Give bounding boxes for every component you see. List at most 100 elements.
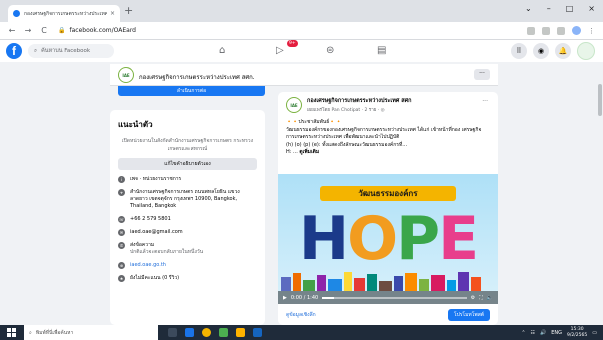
browser-toolbar-right: ⋮ xyxy=(527,26,595,35)
reload-button[interactable]: C xyxy=(40,26,48,35)
insights-link[interactable]: ดูข้อมูลเชิงลึก xyxy=(286,311,316,319)
intro-card: แนะนำตัว เปิดหน่วยงานในสังกัดสำนักงานเศร… xyxy=(110,110,265,325)
page-scrollbar[interactable] xyxy=(597,62,603,325)
video-controls: ▶ 0:00 / 1:40 ⚙ ⛶ 🔈 xyxy=(278,291,498,304)
post-line-body: วัฒนธรรมองค์กรของกองเศรษฐกิจการเกษตรระหว… xyxy=(286,126,482,141)
language-indicator[interactable]: ENG xyxy=(551,330,562,336)
clock[interactable]: 15:30 9/2/2565 xyxy=(567,327,587,339)
post-footer: ดูข้อมูลเชิงลึก โปรโมทโพสต์ xyxy=(278,304,498,325)
intro-description: เปิดหน่วยงานในสังกัดสำนักงานเศรษฐกิจการเ… xyxy=(121,138,254,152)
page-cta-button[interactable]: ลำเนินการต่อ xyxy=(118,86,265,96)
minimize-button[interactable]: – xyxy=(547,4,551,13)
volume-icon[interactable]: 🔈 xyxy=(487,295,493,301)
settings-gear-icon[interactable]: ⚙ xyxy=(471,295,475,301)
search-icon: ⌕ xyxy=(34,47,38,54)
video-progress-bar[interactable] xyxy=(322,296,467,299)
file-explorer-icon[interactable] xyxy=(236,328,245,337)
new-tab-button[interactable]: + xyxy=(124,5,133,16)
back-button[interactable]: ← xyxy=(8,26,16,35)
browser-tab[interactable]: กองเศรษฐกิจการเกษตรระหว่างประเทศ × xyxy=(8,5,120,22)
post-card: IAE กองเศรษฐกิจการเกษตรระหว่างประเทศ สศก… xyxy=(278,92,498,325)
email-text[interactable]: iaed.oae@gmail.com xyxy=(130,229,183,236)
scrollbar-thumb[interactable] xyxy=(598,84,602,116)
speaker-icon[interactable]: 🔊 xyxy=(540,330,546,336)
translate-icon[interactable] xyxy=(527,26,535,35)
page-sticky-bar: IAE กองเศรษฐกิจการเกษตรระหว่างประเทศ สศก… xyxy=(110,64,498,86)
task-view-icon[interactable] xyxy=(168,328,177,337)
post-author-avatar[interactable]: IAE xyxy=(286,97,302,113)
page-logo[interactable]: IAE xyxy=(118,67,134,83)
hope-graphic: H O P E xyxy=(292,208,484,270)
post-header: IAE กองเศรษฐกิจการเกษตรระหว่างประเทศ สศก… xyxy=(286,97,411,113)
see-more-link[interactable]: ดูเพิ่มเติม xyxy=(299,149,319,155)
hope-letter-p: P xyxy=(396,204,440,274)
url-text: facebook.com/OAEard xyxy=(69,27,136,34)
store-icon[interactable] xyxy=(219,328,228,337)
browser-tab-bar: กองเศรษฐกิจการเกษตรระหว่างประเทศ × + ⌄ –… xyxy=(0,0,603,22)
home-icon[interactable]: ⌂ xyxy=(219,45,225,56)
windows-start-icon[interactable] xyxy=(7,328,16,337)
email-icon: ✉ xyxy=(118,229,125,236)
info-icon: i xyxy=(118,176,125,183)
network-icon[interactable]: ☷ xyxy=(531,330,535,336)
tab-close-icon[interactable]: × xyxy=(110,10,115,17)
pages-icon[interactable]: ▤ xyxy=(377,45,386,56)
taskbar-search-placeholder: พิมพ์ที่นี่เพื่อค้นหา xyxy=(35,329,74,336)
messenger-icon[interactable]: ◉ xyxy=(533,43,549,59)
video-time: 0:00 / 1:40 xyxy=(290,294,319,301)
post-author-name[interactable]: กองเศรษฐกิจการเกษตรระหว่างประเทศ สศก xyxy=(307,97,411,105)
forward-button[interactable]: → xyxy=(24,26,32,35)
facebook-favicon-icon xyxy=(13,10,20,17)
website-link[interactable]: iaed.oae.go.th xyxy=(130,262,166,269)
address-block: สำนักงานเศรษฐกิจการเกษตร ถนนพหลโยธิน แขว… xyxy=(130,189,257,210)
fullscreen-icon[interactable]: ⛶ xyxy=(479,295,483,301)
tab-search-icon[interactable]: ⌄ xyxy=(525,4,532,13)
city-skyline xyxy=(278,271,498,291)
facebook-search-input[interactable]: ⌕ ค้นหาบน Facebook xyxy=(28,44,114,58)
lock-icon: 🔒 xyxy=(58,27,66,34)
chrome-icon[interactable] xyxy=(202,328,211,337)
window-controls: ⌄ – □ × xyxy=(525,4,595,13)
bookmark-star-icon[interactable] xyxy=(557,26,565,35)
taskbar-apps xyxy=(168,328,262,337)
category-text: เพจ · หน่วยงานราชการ xyxy=(130,176,182,182)
facebook-header: f ⌕ ค้นหาบน Facebook ⌂ ▷ 9+ ⊜ ▤ ⠿ ◉ 🔔 xyxy=(0,40,603,62)
star-icon: ★ xyxy=(118,275,125,282)
promote-post-button[interactable]: โปรโมทโพสต์ xyxy=(447,308,490,321)
account-avatar[interactable] xyxy=(577,42,595,60)
page-more-button[interactable]: ··· xyxy=(474,69,490,80)
profile-avatar[interactable] xyxy=(572,26,581,35)
info-row-category: i เพจ · หน่วยงานราชการ xyxy=(118,176,257,183)
message-text[interactable]: ส่งข้อความ xyxy=(130,242,154,248)
post-video[interactable]: วัฒนธรรมองค์กร H O P E ▶ 0:00 / 1:40 ⚙ ⛶… xyxy=(278,174,498,304)
post-options-icon[interactable]: ··· xyxy=(482,98,488,105)
hope-letter-e: E xyxy=(438,204,479,274)
maximize-button[interactable]: □ xyxy=(566,4,574,13)
mail-icon[interactable] xyxy=(253,328,262,337)
message-block: ส่งข้อความ ปกติแล้วจะตอบกลับภายในหนึ่งวั… xyxy=(130,242,203,256)
page-name[interactable]: กองเศรษฐกิจการเกษตรระหว่างประเทศ สศก. xyxy=(139,72,255,82)
watch-icon[interactable]: ▷ xyxy=(276,45,284,56)
post-line-h-prefix: H: ... xyxy=(286,149,298,155)
taskbar-search-input[interactable]: ⌕ พิมพ์ที่นี่เพื่อค้นหา xyxy=(24,325,158,340)
info-row-address: ⌖ สำนักงานเศรษฐกิจการเกษตร ถนนพหลโยธิน แ… xyxy=(118,189,257,210)
tray-chevron-icon[interactable]: ⌃ xyxy=(521,330,525,336)
notifications-bell-icon[interactable]: 🔔 xyxy=(555,43,571,59)
facebook-logo-icon[interactable]: f xyxy=(6,43,22,59)
notification-center-icon[interactable]: ▭ xyxy=(592,330,597,336)
share-icon[interactable] xyxy=(542,26,550,35)
edit-bio-button[interactable]: แก้ไขคำอธิบายตัวเอง xyxy=(118,158,257,170)
edge-icon[interactable] xyxy=(185,328,194,337)
menu-grid-icon[interactable]: ⠿ xyxy=(511,43,527,59)
clock-date: 9/2/2565 xyxy=(567,332,588,338)
phone-text: +66 2 579 5801 xyxy=(130,216,171,222)
info-row-email: ✉ iaed.oae@gmail.com xyxy=(118,229,257,236)
browser-menu-icon[interactable]: ⋮ xyxy=(588,27,595,35)
play-icon[interactable]: ▶ xyxy=(283,295,287,301)
info-row-phone: ☏ +66 2 579 5801 xyxy=(118,216,257,223)
taskbar-search-icon: ⌕ xyxy=(29,329,32,336)
groups-icon[interactable]: ⊜ xyxy=(326,45,334,56)
close-window-button[interactable]: × xyxy=(588,4,595,13)
post-line-announcement: 🔸🔸ประชาสัมพันธ์🔸🔸 xyxy=(286,119,342,125)
url-field[interactable]: 🔒 facebook.com/OAEard xyxy=(58,27,136,34)
